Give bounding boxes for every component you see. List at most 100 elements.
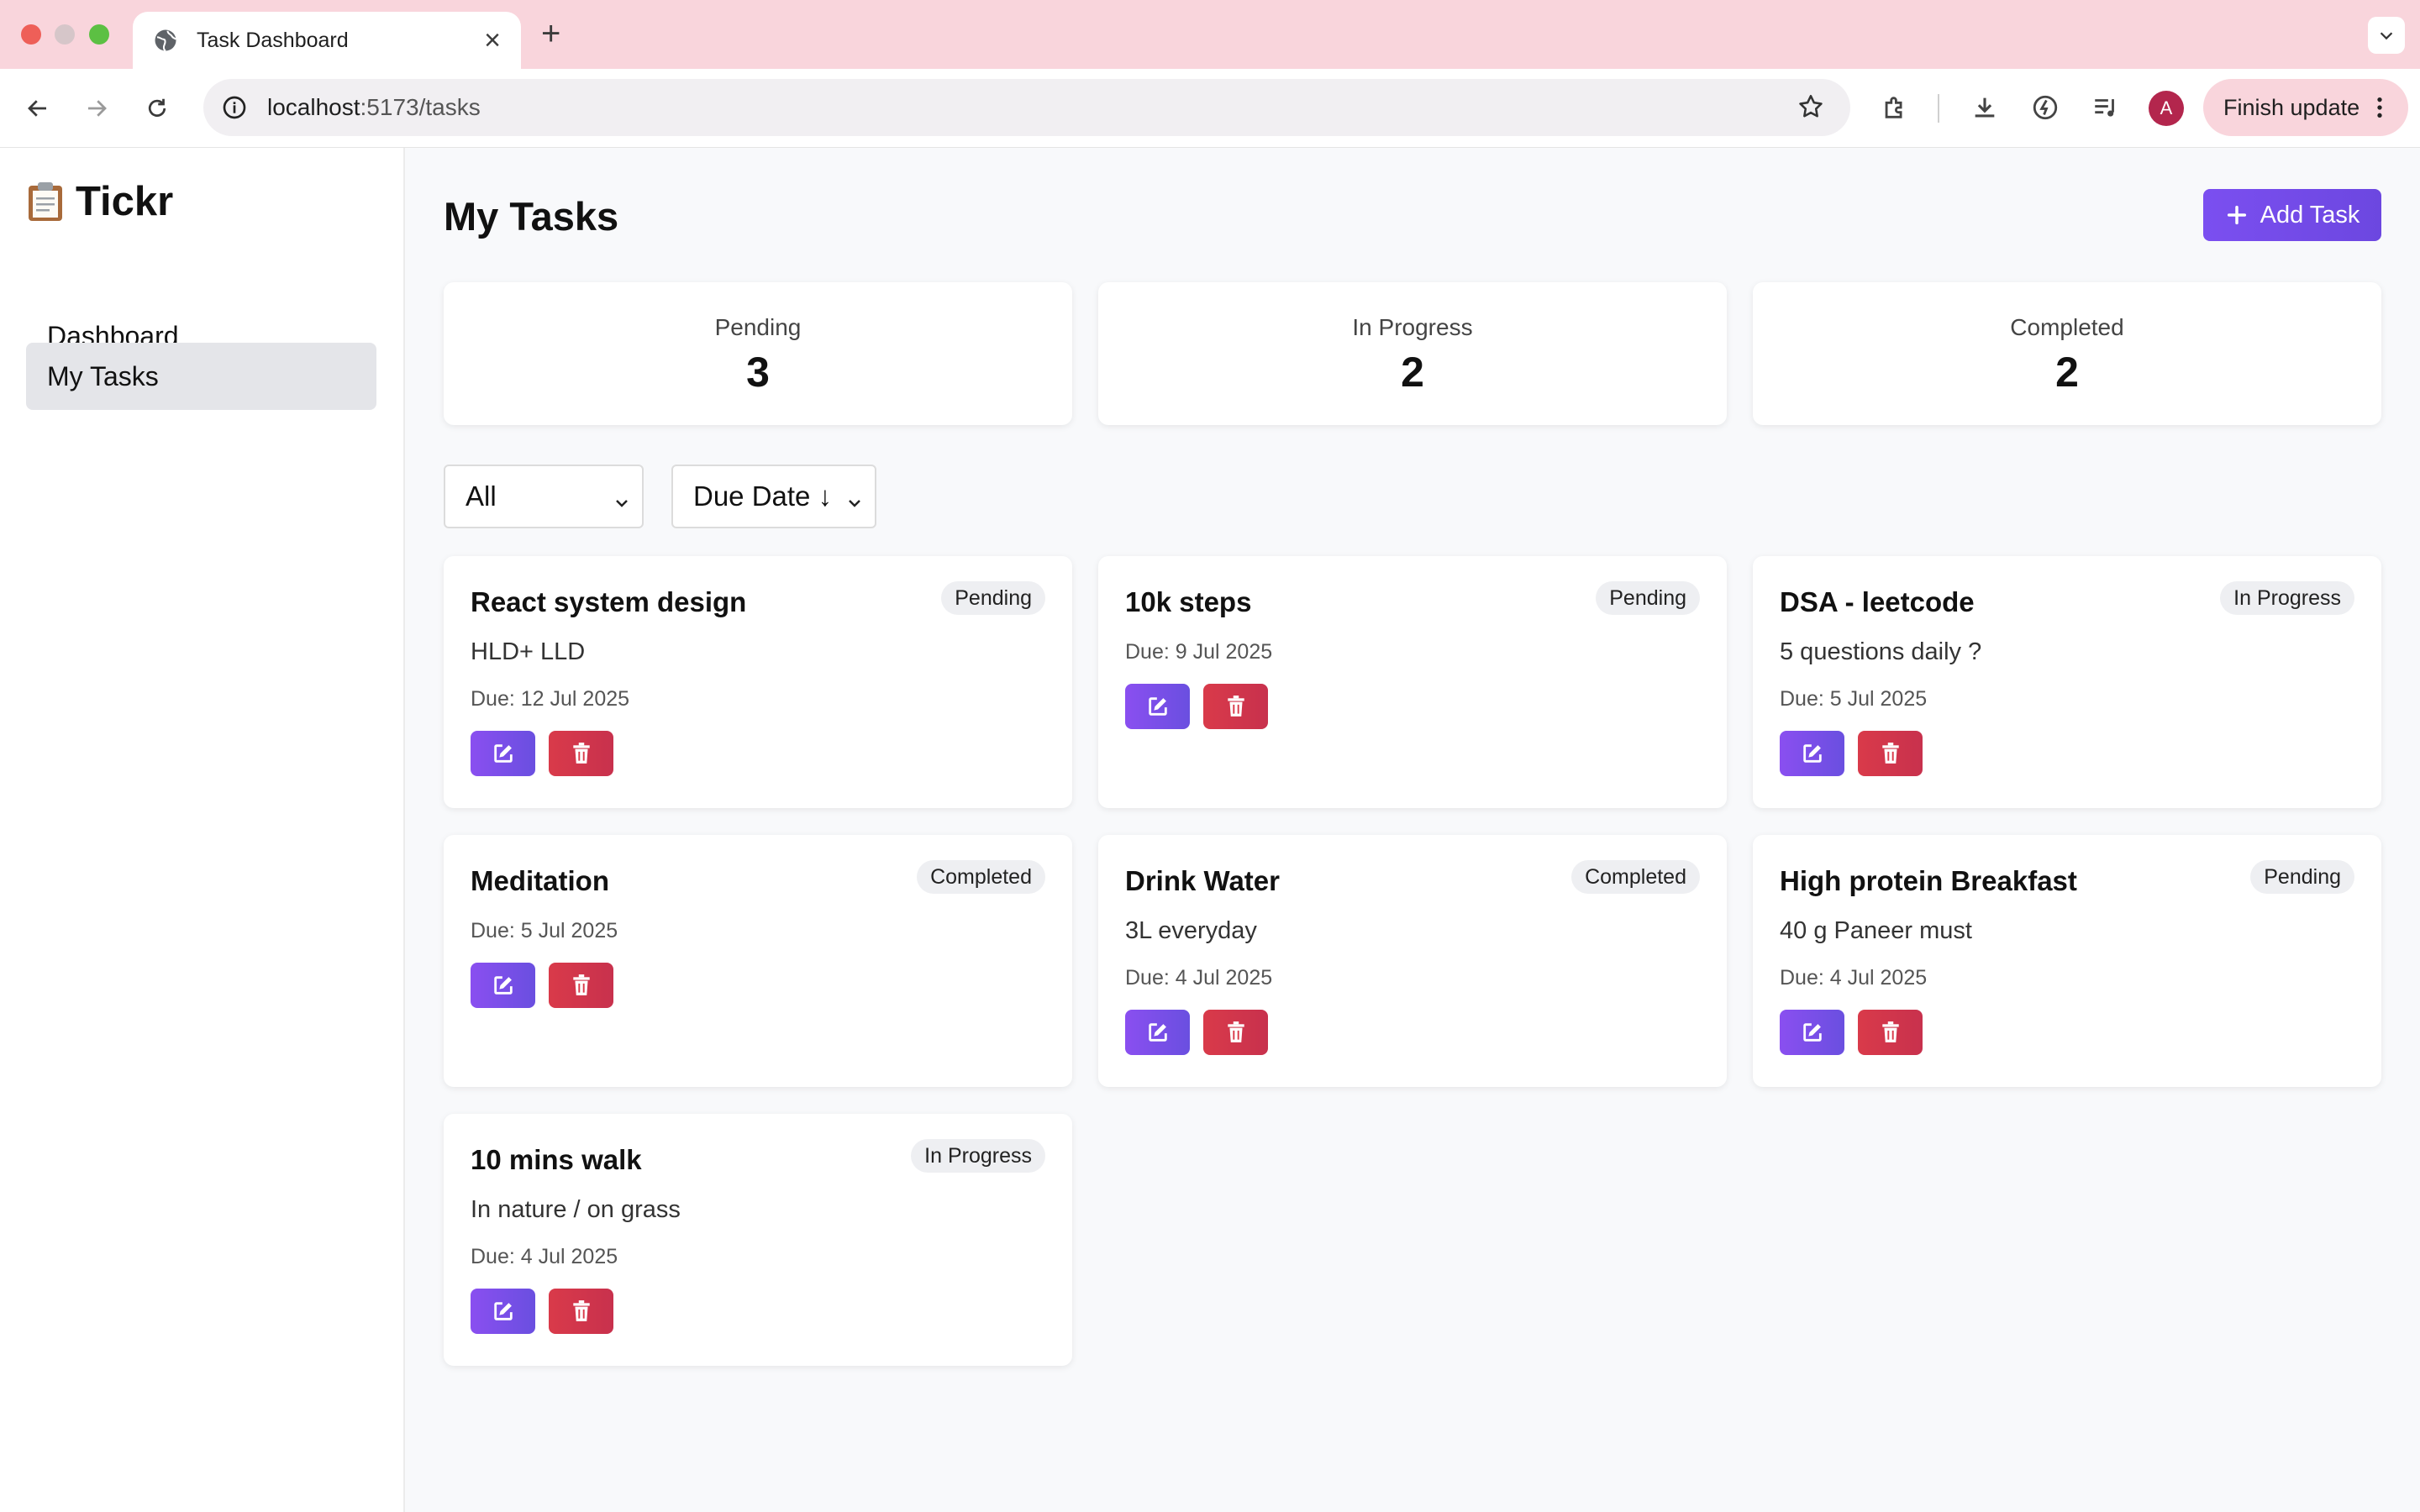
status-badge: Pending — [941, 581, 1045, 615]
task-title: High protein Breakfast — [1780, 865, 2077, 896]
plus-icon — [2227, 205, 2246, 225]
performance-icon[interactable] — [2027, 89, 2064, 126]
forward-button[interactable] — [77, 89, 116, 128]
tab-search-button[interactable] — [2368, 17, 2405, 54]
task-actions — [1780, 731, 1923, 776]
browser-tabstrip: Task Dashboard × + — [0, 0, 2420, 69]
trash-icon — [572, 1300, 590, 1321]
task-actions — [1125, 1010, 1268, 1055]
more-vert-icon — [2366, 94, 2393, 127]
task-due-date: Due: 4 Jul 2025 — [1780, 966, 1928, 990]
task-title: Drink Water — [1125, 865, 1280, 896]
delete-task-button[interactable] — [1858, 1010, 1923, 1055]
bookmark-star-icon[interactable] — [1797, 92, 1825, 125]
stat-count: 2 — [1401, 349, 1424, 396]
stat-label: Completed — [2010, 314, 2124, 340]
trash-icon — [572, 743, 590, 764]
window-maximize-button[interactable] — [89, 24, 109, 45]
status-badge: Completed — [917, 860, 1045, 894]
finish-update-button[interactable]: Finish update — [2203, 79, 2408, 136]
brand-name: Tickr — [76, 179, 174, 224]
media-controls-icon[interactable] — [2087, 89, 2124, 126]
task-card: High protein Breakfast Pending 40 g Pane… — [1753, 835, 2381, 1087]
task-title: 10 mins walk — [471, 1144, 642, 1175]
edit-task-button[interactable] — [471, 1289, 535, 1334]
status-filter-select[interactable]: All — [444, 465, 644, 528]
sidebar-item-my-tasks[interactable]: My Tasks — [26, 343, 376, 410]
trash-icon — [1881, 743, 1899, 764]
status-badge: Pending — [1596, 581, 1700, 615]
toolbar-separator — [1938, 94, 1939, 123]
delete-task-button[interactable] — [549, 731, 613, 776]
trash-icon — [1227, 696, 1244, 717]
task-description: In nature / on grass — [471, 1196, 681, 1223]
edit-icon — [493, 744, 513, 763]
globe-icon — [153, 28, 178, 53]
task-description: 5 questions daily ? — [1780, 638, 1982, 665]
add-task-button[interactable]: Add Task — [2203, 189, 2381, 241]
edit-task-button[interactable] — [1780, 731, 1844, 776]
sidebar-item-label: My Tasks — [47, 360, 159, 391]
edit-task-button[interactable] — [1125, 1010, 1190, 1055]
site-info-icon[interactable] — [215, 88, 254, 127]
arrow-left-icon — [28, 100, 46, 117]
task-due-date: Due: 9 Jul 2025 — [1125, 640, 1273, 664]
edit-icon — [1148, 1023, 1167, 1042]
task-card: 10k steps Pending Due: 9 Jul 2025 — [1098, 556, 1727, 808]
stat-label: Pending — [714, 314, 802, 340]
task-title: 10k steps — [1125, 586, 1252, 617]
status-filter-value: All — [466, 480, 497, 512]
browser-toolbar: localhost:5173/tasks A Finish update — [0, 69, 2420, 148]
sort-value: Due Date ↓ — [693, 480, 833, 512]
window-close-button[interactable] — [21, 24, 41, 45]
trash-icon — [572, 974, 590, 995]
task-card: Meditation Completed Due: 5 Jul 2025 — [444, 835, 1072, 1087]
download-icon[interactable] — [1966, 89, 2003, 126]
back-button[interactable] — [18, 89, 57, 128]
clipboard-icon — [25, 181, 66, 223]
window-minimize-button[interactable] — [55, 24, 75, 45]
delete-task-button[interactable] — [1203, 1010, 1268, 1055]
sort-select[interactable]: Due Date ↓ — [671, 465, 876, 528]
trash-icon — [1881, 1021, 1899, 1042]
tab-close-icon[interactable]: × — [484, 26, 501, 55]
extensions-icon[interactable] — [1876, 89, 1913, 126]
chevron-down-icon — [612, 488, 632, 520]
delete-task-button[interactable] — [549, 1289, 613, 1334]
task-actions — [1125, 684, 1268, 729]
edit-task-button[interactable] — [471, 963, 535, 1008]
delete-task-button[interactable] — [549, 963, 613, 1008]
task-card: Drink Water Completed 3L everyday Due: 4… — [1098, 835, 1727, 1087]
new-tab-button[interactable]: + — [541, 15, 560, 53]
url-text: localhost:5173/tasks — [267, 94, 481, 121]
task-due-date: Due: 5 Jul 2025 — [1780, 687, 1928, 711]
address-bar[interactable]: localhost:5173/tasks — [203, 79, 1850, 136]
edit-task-button[interactable] — [1125, 684, 1190, 729]
arrow-right-icon — [88, 100, 107, 117]
brand: Tickr — [25, 178, 173, 225]
page-title: My Tasks — [444, 194, 619, 239]
browser-tab-active[interactable]: Task Dashboard × — [133, 12, 521, 69]
status-badge: Completed — [1571, 860, 1700, 894]
task-due-date: Due: 5 Jul 2025 — [471, 919, 618, 942]
profile-avatar[interactable]: A — [2149, 91, 2184, 126]
sidebar: Tickr Dashboard My Tasks — [0, 148, 405, 1512]
delete-task-button[interactable] — [1203, 684, 1268, 729]
reload-button[interactable] — [138, 89, 176, 128]
finish-update-label: Finish update — [2223, 94, 2360, 120]
edit-task-button[interactable] — [1780, 1010, 1844, 1055]
add-task-label: Add Task — [2260, 201, 2360, 228]
edit-task-button[interactable] — [471, 731, 535, 776]
task-actions — [471, 1289, 613, 1334]
stat-card-completed: Completed 2 — [1753, 282, 2381, 425]
task-due-date: Due: 12 Jul 2025 — [471, 687, 630, 711]
delete-task-button[interactable] — [1858, 731, 1923, 776]
task-title: DSA - leetcode — [1780, 586, 1975, 617]
url-path: :5173/tasks — [360, 94, 481, 120]
stat-card-pending: Pending 3 — [444, 282, 1072, 425]
stat-count: 3 — [746, 349, 770, 396]
edit-icon — [493, 1302, 513, 1320]
chevron-down-icon — [2380, 32, 2393, 40]
task-card: DSA - leetcode In Progress 5 questions d… — [1753, 556, 2381, 808]
reload-icon — [148, 98, 166, 117]
